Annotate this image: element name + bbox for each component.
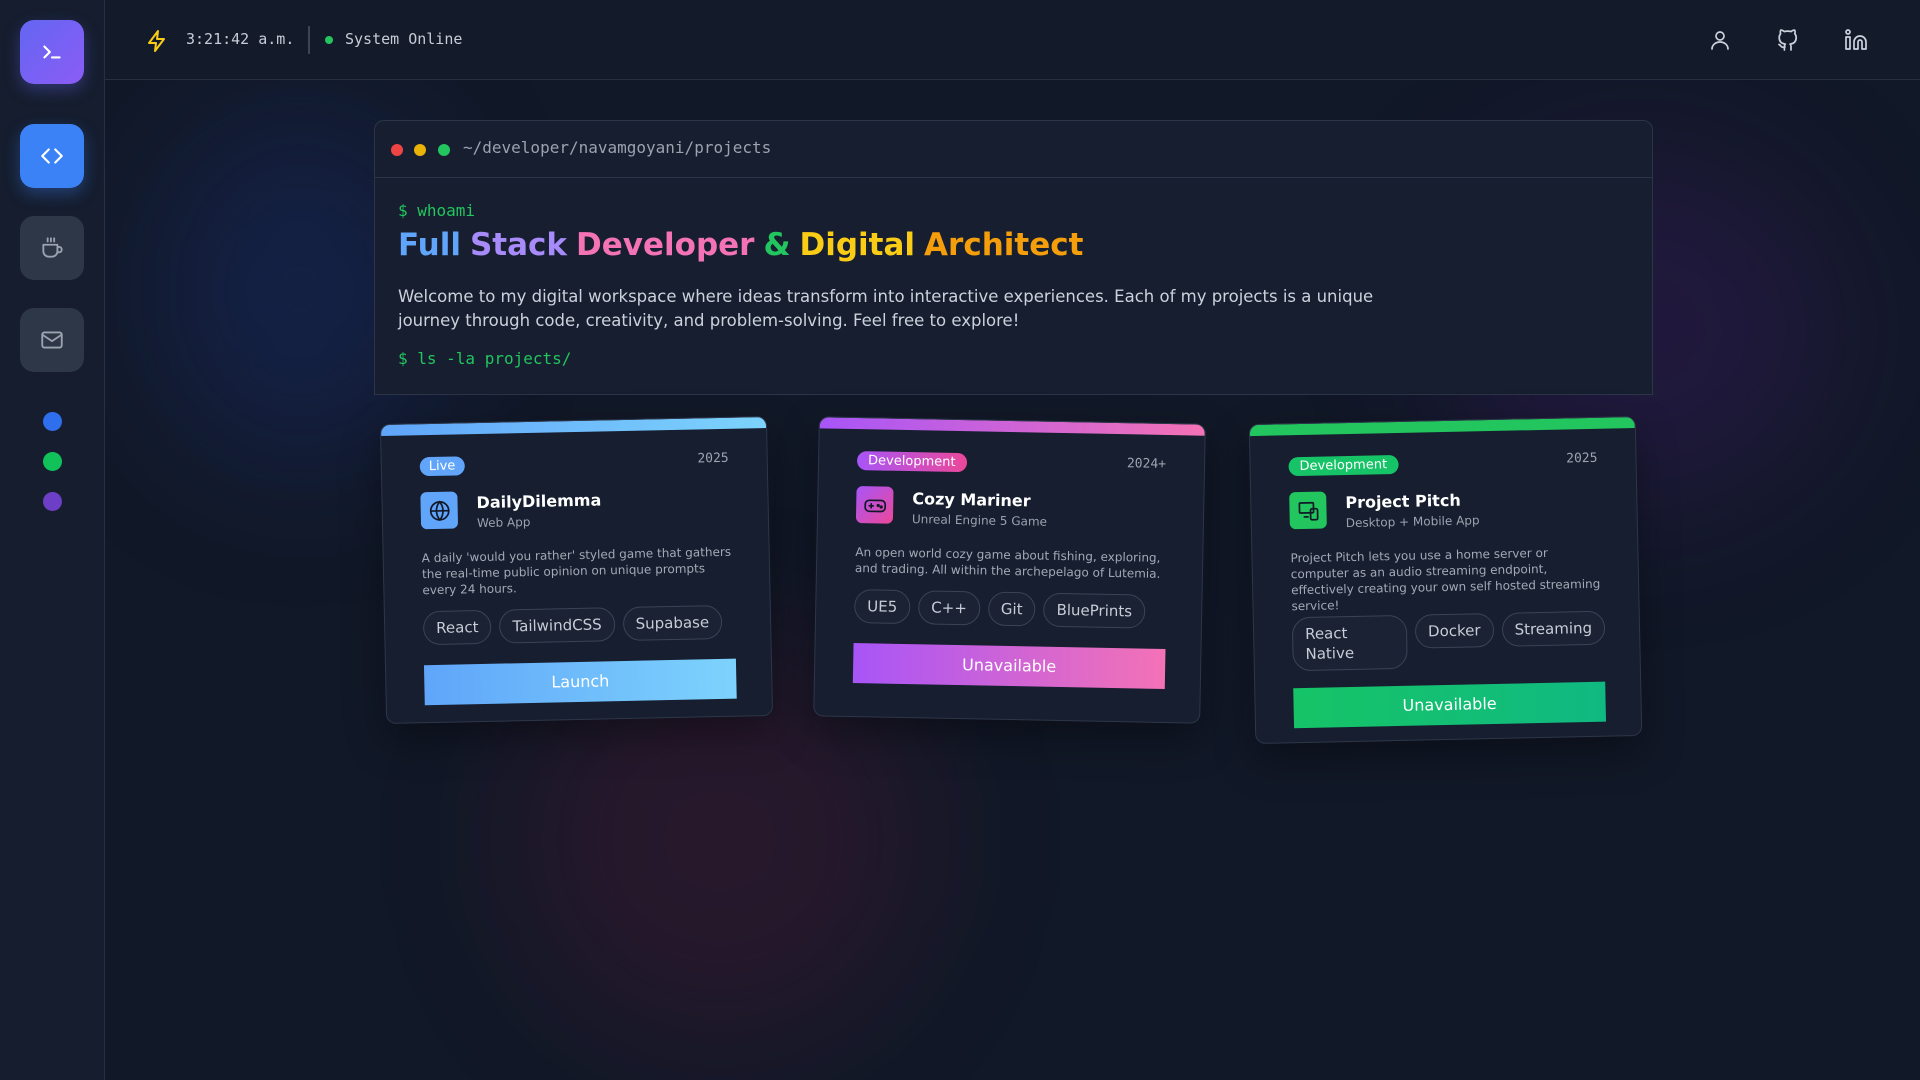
command-ls: $ ls -la projects/ xyxy=(398,349,572,368)
project-year: 2025 xyxy=(1566,450,1598,467)
status-indicator xyxy=(325,36,333,44)
lightning-icon xyxy=(148,30,165,52)
project-title: Project Pitch xyxy=(1345,490,1461,513)
indicator-dot-purple xyxy=(43,492,62,511)
project-icon-box xyxy=(420,491,459,530)
tech-tag: Streaming xyxy=(1501,610,1606,647)
project-description: A daily 'would you rather' styled game t… xyxy=(421,544,732,598)
terminal-icon xyxy=(43,45,61,59)
unavailable-button[interactable]: Unavailable xyxy=(1293,681,1607,729)
close-dot xyxy=(391,144,403,156)
code-icon xyxy=(41,148,63,164)
project-year: 2025 xyxy=(697,450,729,467)
minimize-dot xyxy=(414,144,426,156)
tech-tag: BluePrints xyxy=(1043,592,1146,629)
card-accent-bar xyxy=(819,417,1205,436)
card-accent-bar xyxy=(380,417,767,437)
project-icon-box xyxy=(855,486,894,524)
headline-word: Digital xyxy=(799,227,916,263)
maximize-dot xyxy=(438,144,450,156)
sidebar-item-coffee[interactable] xyxy=(20,216,84,280)
project-subtitle: Desktop + Mobile App xyxy=(1345,513,1480,531)
tech-tag: Docker xyxy=(1414,613,1494,649)
project-year: 2024+ xyxy=(1126,456,1167,472)
headline-word: Architect xyxy=(924,227,1084,263)
globe-icon xyxy=(429,500,450,521)
status-badge: Development xyxy=(856,451,967,473)
project-subtitle: Unreal Engine 5 Game xyxy=(911,512,1048,529)
terminal-window: ~/developer/navamgoyani/projects $ whoam… xyxy=(374,120,1653,395)
top-bar: 3:21:42 a.m. System Online xyxy=(105,0,1920,80)
headline-word: Stack xyxy=(469,227,568,263)
sidebar-item-terminal[interactable] xyxy=(20,20,84,84)
page-title: Full Stack Developer & Digital Architect xyxy=(398,227,1092,263)
tech-tag: TailwindCSS xyxy=(499,607,615,644)
project-subtitle: Web App xyxy=(476,514,531,531)
user-icon xyxy=(1711,31,1729,50)
mail-icon xyxy=(41,331,63,349)
unavailable-button[interactable]: Unavailable xyxy=(852,643,1166,690)
tech-tag: C++ xyxy=(917,590,981,626)
clock-time: 3:21:42 a.m. xyxy=(186,30,295,48)
project-card-dailydilemma: Live 2025 DailyDilemma Web App A daily '… xyxy=(379,415,774,725)
gamepad-icon xyxy=(863,498,886,512)
tag-list: React Native Docker Streaming xyxy=(1291,610,1606,672)
sidebar-item-code[interactable] xyxy=(20,124,84,188)
github-icon xyxy=(1778,29,1798,51)
indicator-dot-blue xyxy=(43,412,62,431)
launch-button[interactable]: Launch xyxy=(423,658,737,706)
tech-tag: UE5 xyxy=(853,589,911,625)
sidebar xyxy=(0,0,105,1080)
project-description: Project Pitch lets you use a home server… xyxy=(1290,545,1601,614)
indicator-dot-green xyxy=(43,452,62,471)
headline-word: Developer xyxy=(576,227,755,263)
tech-tag: React Native xyxy=(1291,614,1408,672)
status-badge: Development xyxy=(1288,454,1399,477)
tag-list: UE5 C++ Git BluePrints xyxy=(853,589,1146,629)
terminal-path: ~/developer/navamgoyani/projects xyxy=(463,138,772,157)
linkedin-icon xyxy=(1845,29,1867,50)
profile-button[interactable] xyxy=(1706,26,1734,54)
tech-tag: React xyxy=(422,609,492,646)
intro-description: Welcome to my digital workspace where id… xyxy=(398,287,1374,330)
headline-word: Full xyxy=(398,227,461,263)
project-title: Cozy Mariner xyxy=(912,489,1031,511)
command-whoami: $ whoami xyxy=(398,201,476,220)
project-description: An open world cozy game about fishing, e… xyxy=(854,545,1161,581)
status-badge: Live xyxy=(419,456,465,477)
headline-word: & xyxy=(763,227,791,263)
card-accent-bar xyxy=(1249,417,1635,437)
devices-icon xyxy=(1298,501,1319,521)
tech-tag: Git xyxy=(987,591,1036,627)
github-button[interactable] xyxy=(1774,26,1802,54)
divider xyxy=(308,26,310,54)
project-card-cozy-mariner: Development 2024+ Cozy Mariner Unreal En… xyxy=(813,416,1206,724)
linkedin-button[interactable] xyxy=(1842,26,1870,54)
project-icon-box xyxy=(1289,491,1327,530)
tag-list: React TailwindCSS Supabase xyxy=(422,604,723,646)
project-card-project-pitch: Development 2025 Project Pitch Desktop +… xyxy=(1248,415,1643,745)
project-title: DailyDilemma xyxy=(476,490,602,513)
terminal-header: ~/developer/navamgoyani/projects xyxy=(375,121,1652,178)
sidebar-item-mail[interactable] xyxy=(20,308,84,372)
tech-tag: Supabase xyxy=(622,604,723,642)
system-status: System Online xyxy=(345,30,463,48)
coffee-icon xyxy=(42,237,63,258)
